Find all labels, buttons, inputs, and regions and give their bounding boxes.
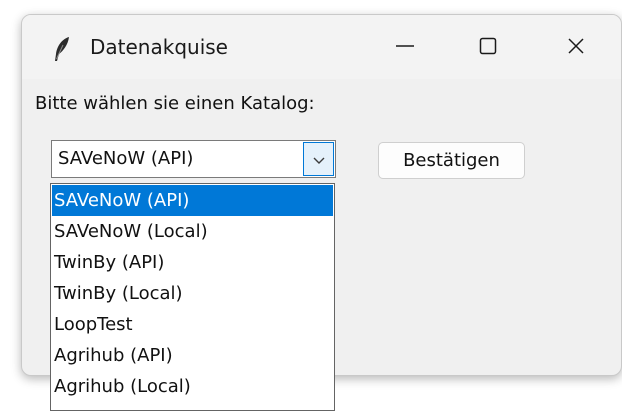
dropdown-option-savenow-api[interactable]: SAVeNoW (API)	[52, 185, 333, 216]
dropdown-option-agrihub-api[interactable]: Agrihub (API)	[52, 340, 333, 371]
maximize-button[interactable]	[470, 33, 506, 63]
feather-icon	[51, 35, 73, 63]
confirm-button[interactable]: Bestätigen	[378, 142, 525, 179]
minimize-button[interactable]	[387, 33, 423, 63]
close-icon	[566, 36, 586, 60]
desktop-background: Datenakquise Bitte wählen sie einen Kata…	[0, 0, 622, 418]
dropdown-option-agrihub-local[interactable]: Agrihub (Local)	[52, 371, 333, 402]
catalog-dropdown-list[interactable]: SAVeNoW (API) SAVeNoW (Local) TwinBy (AP…	[50, 183, 335, 411]
dropdown-option-looptest[interactable]: LoopTest	[52, 309, 333, 340]
combobox-dropdown-button[interactable]	[303, 142, 334, 176]
minimize-icon	[395, 36, 415, 60]
catalog-combobox[interactable]: SAVeNoW (API)	[51, 140, 336, 178]
maximize-icon	[478, 36, 498, 60]
title-bar[interactable]: Datenakquise	[22, 15, 621, 79]
dropdown-option-savenow-local[interactable]: SAVeNoW (Local)	[52, 216, 333, 247]
catalog-combobox-value[interactable]: SAVeNoW (API)	[58, 148, 193, 169]
window-title: Datenakquise	[90, 35, 228, 59]
close-button[interactable]	[558, 33, 594, 63]
dropdown-option-twinby-api[interactable]: TwinBy (API)	[52, 247, 333, 278]
catalog-prompt-label: Bitte wählen sie einen Katalog:	[35, 93, 315, 114]
dropdown-option-twinby-local[interactable]: TwinBy (Local)	[52, 278, 333, 309]
chevron-down-icon	[312, 150, 326, 169]
